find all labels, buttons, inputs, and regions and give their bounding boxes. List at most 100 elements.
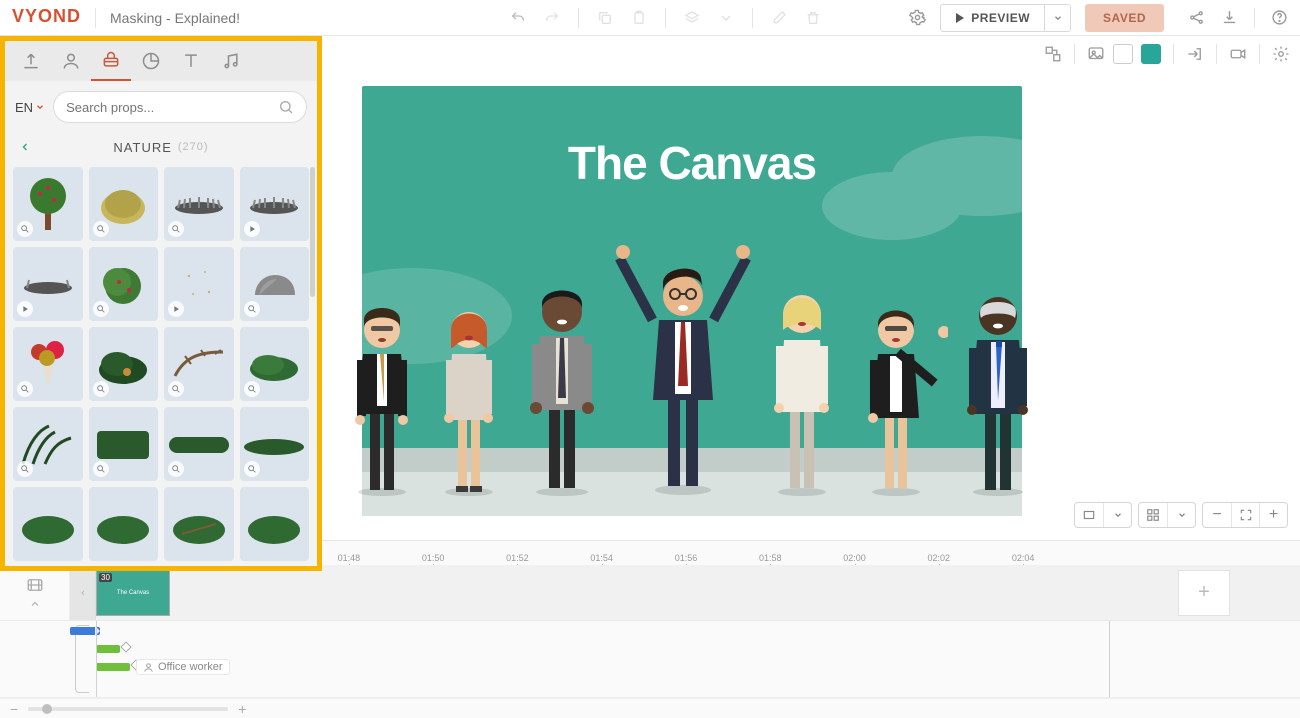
prop-bush-a[interactable] bbox=[13, 487, 83, 561]
tab-chart[interactable] bbox=[131, 41, 171, 81]
scenes-icon[interactable] bbox=[26, 576, 44, 594]
copy-icon[interactable] bbox=[597, 10, 613, 26]
search-input[interactable] bbox=[66, 100, 278, 115]
zoom-icon[interactable] bbox=[244, 461, 260, 477]
zoom-icon[interactable] bbox=[168, 461, 184, 477]
prop-rock[interactable] bbox=[240, 247, 310, 321]
asset-panel: EN NATURE (270) bbox=[0, 36, 322, 571]
chevron-down-icon[interactable] bbox=[718, 10, 734, 26]
prop-hedge-long[interactable] bbox=[164, 407, 234, 481]
zoom-icon[interactable] bbox=[17, 221, 33, 237]
layer-tracks[interactable]: Office worker bbox=[0, 621, 1300, 698]
enter-icon[interactable] bbox=[1186, 45, 1204, 63]
category-header: NATURE (270) bbox=[5, 133, 317, 161]
props-grid bbox=[5, 161, 317, 566]
chevron-down-icon bbox=[35, 102, 45, 112]
eraser-icon[interactable] bbox=[771, 10, 787, 26]
tab-upload[interactable] bbox=[11, 41, 51, 81]
play-icon[interactable] bbox=[168, 301, 184, 317]
tab-audio[interactable] bbox=[211, 41, 251, 81]
category-name: NATURE bbox=[113, 140, 171, 155]
chevron-down-icon[interactable] bbox=[1167, 503, 1195, 527]
scrollbar[interactable] bbox=[310, 167, 315, 297]
zoom-icon[interactable] bbox=[17, 381, 33, 397]
search-icon bbox=[278, 99, 294, 115]
prop-bush-round[interactable] bbox=[89, 247, 159, 321]
camera-icon[interactable] bbox=[1229, 45, 1247, 63]
project-title[interactable]: Masking - Explained! bbox=[110, 10, 240, 26]
scene-thumbnail[interactable]: 30 The Canvas bbox=[96, 570, 170, 616]
zoom-in-icon[interactable]: + bbox=[238, 701, 246, 717]
tab-character[interactable] bbox=[51, 41, 91, 81]
zoom-icon[interactable] bbox=[168, 381, 184, 397]
back-icon[interactable] bbox=[19, 141, 31, 153]
preview-dropdown[interactable] bbox=[1044, 5, 1070, 31]
collapse-icon[interactable] bbox=[29, 598, 41, 610]
chevron-down-icon[interactable] bbox=[1103, 503, 1131, 527]
prop-trap-1[interactable] bbox=[164, 167, 234, 241]
prop-shrub-dark[interactable] bbox=[89, 327, 159, 401]
zoom-out-icon[interactable]: − bbox=[10, 701, 18, 717]
prop-branch[interactable] bbox=[164, 327, 234, 401]
zoom-icon[interactable] bbox=[244, 381, 260, 397]
search-props[interactable] bbox=[53, 91, 307, 123]
saved-badge: SAVED bbox=[1085, 4, 1164, 32]
view-single-icon[interactable] bbox=[1075, 503, 1103, 527]
scene-number: 30 bbox=[99, 573, 112, 582]
zoom-icon[interactable] bbox=[168, 221, 184, 237]
zoom-out-icon[interactable]: − bbox=[1203, 503, 1231, 527]
prop-bush-c[interactable] bbox=[164, 487, 234, 561]
prop-tree[interactable] bbox=[13, 167, 83, 241]
gear-icon[interactable] bbox=[1272, 45, 1290, 63]
asset-tabs bbox=[5, 41, 317, 81]
trash-icon[interactable] bbox=[805, 10, 821, 26]
background-image-icon[interactable] bbox=[1087, 45, 1105, 63]
prop-sparkle[interactable] bbox=[164, 247, 234, 321]
play-icon[interactable] bbox=[244, 221, 260, 237]
swatch-white[interactable] bbox=[1113, 44, 1133, 64]
prop-bush-d[interactable] bbox=[240, 487, 310, 561]
paste-icon[interactable] bbox=[631, 10, 647, 26]
ruler-tick: 01:52 bbox=[506, 553, 529, 563]
prop-bush-b[interactable] bbox=[89, 487, 159, 561]
zoom-icon[interactable] bbox=[17, 461, 33, 477]
swatch-teal[interactable] bbox=[1141, 44, 1161, 64]
prop-hedge-low[interactable] bbox=[240, 407, 310, 481]
prop-hedge-block[interactable] bbox=[89, 407, 159, 481]
prop-trap-3[interactable] bbox=[13, 247, 83, 321]
fit-icon[interactable] bbox=[1231, 503, 1259, 527]
redo-icon[interactable] bbox=[544, 10, 560, 26]
ruler-tick: 01:58 bbox=[759, 553, 782, 563]
view-grid-icon[interactable] bbox=[1139, 503, 1167, 527]
prop-bush-small[interactable] bbox=[240, 327, 310, 401]
undo-icon[interactable] bbox=[510, 10, 526, 26]
canvas[interactable]: The Canvas bbox=[362, 86, 1022, 516]
category-count: (270) bbox=[178, 141, 209, 153]
zoom-icon[interactable] bbox=[93, 381, 109, 397]
prop-fern[interactable] bbox=[13, 407, 83, 481]
settings-gear-icon[interactable] bbox=[909, 9, 926, 26]
tab-props[interactable] bbox=[91, 41, 131, 81]
replace-icon[interactable] bbox=[1044, 45, 1062, 63]
zoom-icon[interactable] bbox=[93, 301, 109, 317]
zoom-icon[interactable] bbox=[93, 461, 109, 477]
prop-trap-2[interactable] bbox=[240, 167, 310, 241]
add-scene-button[interactable]: + bbox=[1178, 570, 1230, 616]
language-selector[interactable]: EN bbox=[15, 100, 45, 115]
prop-bouquet[interactable] bbox=[13, 327, 83, 401]
share-icon[interactable] bbox=[1188, 9, 1205, 26]
zoom-icon[interactable] bbox=[244, 301, 260, 317]
preview-button[interactable]: PREVIEW bbox=[941, 5, 1044, 31]
tab-text[interactable] bbox=[171, 41, 211, 81]
zoom-slider[interactable] bbox=[28, 707, 228, 711]
zoom-icon[interactable] bbox=[93, 221, 109, 237]
ruler-tick: 01:50 bbox=[422, 553, 445, 563]
help-icon[interactable] bbox=[1271, 9, 1288, 26]
zoom-in-icon[interactable]: + bbox=[1259, 503, 1287, 527]
download-icon[interactable] bbox=[1221, 9, 1238, 26]
history-tools bbox=[510, 8, 821, 28]
track-handle-left[interactable] bbox=[70, 565, 96, 620]
play-icon[interactable] bbox=[17, 301, 33, 317]
layers-icon[interactable] bbox=[684, 10, 700, 26]
prop-bush-yellow[interactable] bbox=[89, 167, 159, 241]
